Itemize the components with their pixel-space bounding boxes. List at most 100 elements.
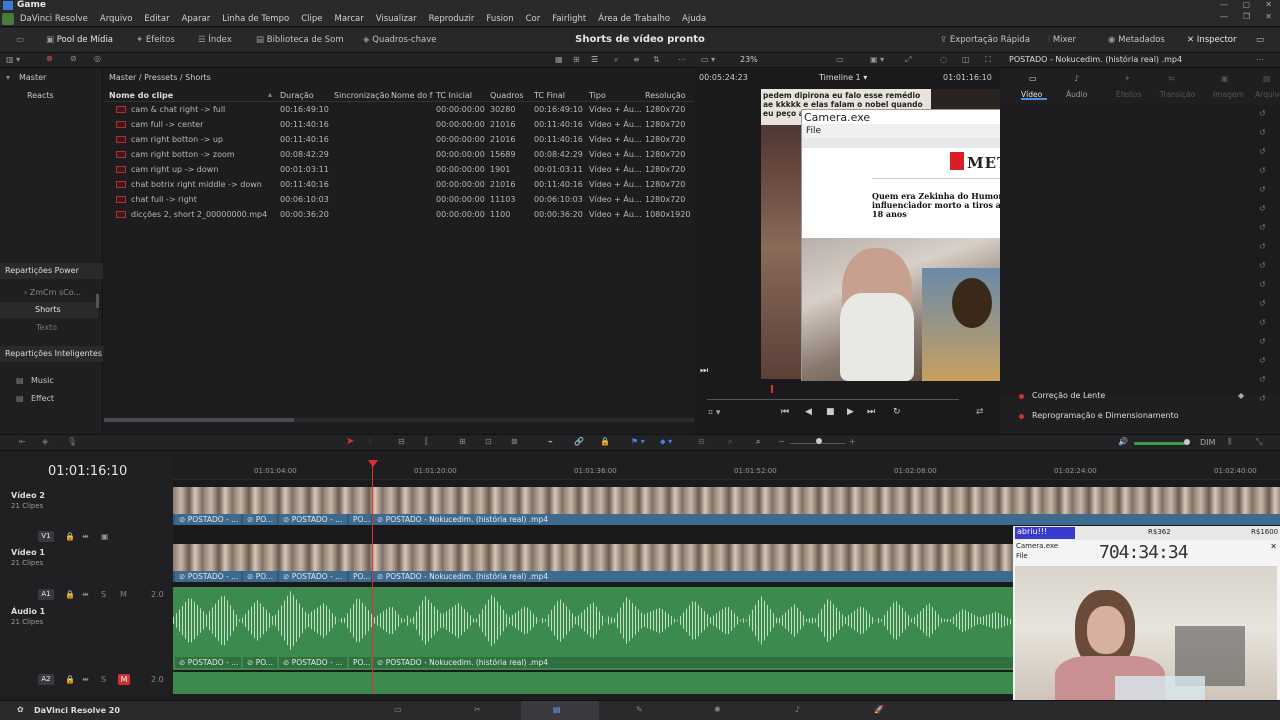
reset-icon[interactable]: ↺ (1259, 147, 1266, 156)
reset-icon[interactable]: ↺ (1259, 318, 1266, 327)
col-clip-name[interactable]: Nome do clipe (109, 91, 173, 100)
zoom-in-icon[interactable]: + (849, 437, 856, 446)
menu-item-0[interactable]: DaVinci Resolve (14, 11, 94, 27)
clip-row[interactable]: cam full -> center 00:11:40:16 00:00:00:00… (104, 118, 694, 133)
clip-row[interactable]: dicções 2, short 2_00000000.mp4 00:00:36:… (104, 208, 694, 223)
inspector-tab[interactable]: Transição (1160, 90, 1195, 99)
bin-master[interactable]: Master (19, 73, 46, 82)
camera-file-menu[interactable]: File (806, 126, 821, 136)
menu-minimize-icon[interactable]: — (1220, 12, 1228, 21)
timeline-timecode[interactable]: 01:01:16:10 (48, 464, 127, 479)
power-bins-header[interactable]: Repartições Power (5, 266, 79, 275)
a1-clip-2[interactable]: ⊘ PO... (243, 657, 277, 668)
tl-marker-icon[interactable]: ◈ (42, 437, 48, 446)
metadata-button[interactable]: ◉ Metadados (1108, 35, 1165, 45)
smart-bins-header[interactable]: Repartições Inteligentes (5, 349, 102, 358)
inspector-tab[interactable]: Imagem (1213, 90, 1244, 99)
menu-item-8[interactable]: Reproduzir (423, 11, 481, 27)
reframe-enable-dot[interactable] (1019, 414, 1024, 419)
menu-item-9[interactable]: Fusion (480, 11, 519, 27)
stop-icon[interactable]: ■ (826, 407, 835, 417)
track-a2-tag[interactable]: A2 (38, 674, 54, 685)
menu-item-6[interactable]: Marcar (328, 11, 369, 27)
tl-mic-icon[interactable]: 🎙 (67, 437, 77, 446)
loop-icon[interactable]: ↻ (893, 407, 901, 417)
menu-item-5[interactable]: Clipe (295, 11, 328, 27)
go-to-end-icon[interactable]: ⏭ (867, 407, 875, 417)
lens-keyframe-icon[interactable]: ◆ (1238, 391, 1244, 400)
inspector-tab[interactable]: Áudio (1066, 90, 1087, 99)
viewer-mode-icon[interactable]: ▭ ▾ (701, 55, 715, 64)
inspector-tab[interactable]: Arquivo (1255, 90, 1280, 99)
viewer-timecode-left[interactable]: 00:05:24:23 (699, 73, 748, 82)
sort-ascending-icon[interactable]: ▴ (268, 90, 272, 99)
link-icon[interactable]: ⊘ (70, 54, 77, 63)
selection-tool-icon[interactable]: ➤ (346, 436, 354, 447)
overwrite-clip-icon[interactable]: ⊡ (485, 437, 492, 446)
zoom-detail-icon[interactable]: ⌕ (728, 437, 732, 447)
inspector-more-icon[interactable]: ⋯ (1256, 55, 1264, 64)
overlay-icon[interactable]: ▣ ▾ (870, 55, 884, 64)
reset-icon[interactable]: ↺ (1259, 166, 1266, 175)
lens-correction-section[interactable]: Correção de Lente (1032, 391, 1105, 400)
page-edit-active[interactable]: ▤ (521, 701, 599, 720)
col-sync[interactable]: Sincronização (334, 91, 389, 100)
collapse-arrow-icon[interactable]: ▾ (6, 73, 10, 82)
minimize-icon[interactable]: — (1220, 0, 1228, 9)
v2-clip-5[interactable]: ⊘ POSTADO - Nokucedim. (história real) .… (373, 514, 1280, 525)
viewer-layout-icon[interactable]: ▭ (836, 55, 844, 64)
flag-icon[interactable]: ⚑ ▾ (631, 437, 645, 446)
page-deliver-icon[interactable]: 🚀 (874, 705, 884, 714)
reset-icon[interactable]: ↺ (1259, 375, 1266, 384)
v1-clips[interactable]: ⊘ POSTADO - ... ⊘ PO... ⊘ POSTADO - ... … (173, 544, 1013, 582)
v1-clip-5[interactable]: ⊘ POSTADO - Nokucedim. (história real) .… (373, 571, 1013, 582)
viewer-playhead[interactable] (771, 385, 773, 393)
a1-volume[interactable]: 2.0 (151, 590, 164, 599)
reset-icon[interactable]: ↺ (1259, 261, 1266, 270)
grid-view-icon[interactable]: ⊞ (573, 55, 580, 64)
clip-row[interactable]: chat full -> right 00:06:10:03 00:00:00:00… (104, 193, 694, 208)
a2-lock-icon[interactable]: 🔒 (65, 675, 75, 684)
trim-tool-icon[interactable]: ⫶ (369, 437, 371, 447)
zoom-full-icon[interactable]: ⊟ (698, 437, 705, 446)
panel-toggle-icon[interactable]: ▭ (16, 35, 24, 45)
fullscreen-icon[interactable]: ⛶ (985, 55, 991, 65)
menu-item-3[interactable]: Aparar (176, 11, 217, 27)
menu-item-4[interactable]: Linha de Tempo (216, 11, 295, 27)
page-media-icon[interactable]: ▭ (394, 705, 402, 714)
a1-clip-4[interactable]: PO... (349, 657, 371, 668)
track-video-1-name[interactable]: Vídeo 1 (11, 548, 45, 557)
a1-clip-5[interactable]: ⊘ POSTADO - Nokucedim. (história real) .… (373, 657, 1013, 668)
expand-icon[interactable]: ▭ (1256, 35, 1264, 45)
v1-clip-1[interactable]: ⊘ POSTADO - ... (175, 571, 241, 582)
reframe-section[interactable]: Reprogramação e Dimensionamento (1032, 411, 1179, 420)
page-color-icon[interactable]: ✺ (714, 705, 721, 714)
reset-icon[interactable]: ↺ (1259, 204, 1266, 213)
col-frames[interactable]: Quadros (490, 91, 524, 100)
v2-clip-3[interactable]: ⊘ POSTADO - ... (279, 514, 347, 525)
split-view-icon[interactable]: ◫ (962, 55, 970, 64)
col-filename[interactable]: Nome do f (391, 91, 432, 100)
v2-clip-1[interactable]: ⊘ POSTADO - ... (175, 514, 241, 525)
inspector-button[interactable]: ✕ Inspector (1187, 35, 1236, 45)
v2-clips[interactable]: ⊘ POSTADO - ... ⊘ PO... ⊘ POSTADO - ... … (173, 487, 1280, 525)
sort-icon[interactable]: ≡ (633, 55, 640, 64)
v1-clip-4[interactable]: PO... (349, 571, 371, 582)
menu-item-13[interactable]: Ajuda (676, 11, 712, 27)
media-pool-button[interactable]: ▣ Pool de Mídia (46, 35, 113, 45)
thumbnail-view-icon[interactable]: ▦ (555, 55, 563, 64)
menu-item-12[interactable]: Área de Trabalho (592, 11, 676, 27)
volume-handle[interactable] (1184, 439, 1190, 445)
clip-row[interactable]: cam & chat right -> full 00:16:49:10 00:00… (104, 103, 694, 118)
reset-icon[interactable]: ↺ (1259, 337, 1266, 346)
webcam-file-menu[interactable]: File (1016, 552, 1028, 560)
viewer-scrubber[interactable] (707, 399, 959, 400)
a2-solo-button[interactable]: S (101, 675, 106, 684)
reset-icon[interactable]: ↺ (1259, 109, 1266, 118)
menu-item-1[interactable]: Arquivo (94, 11, 139, 27)
menu-item-11[interactable]: Fairlight (546, 11, 592, 27)
track-a1-tag[interactable]: A1 (38, 589, 54, 600)
inspector-tab[interactable]: Efeitos (1116, 90, 1142, 99)
linked-selection-icon[interactable]: 🔗 (574, 437, 584, 446)
timeline-ruler[interactable] (173, 452, 1280, 480)
